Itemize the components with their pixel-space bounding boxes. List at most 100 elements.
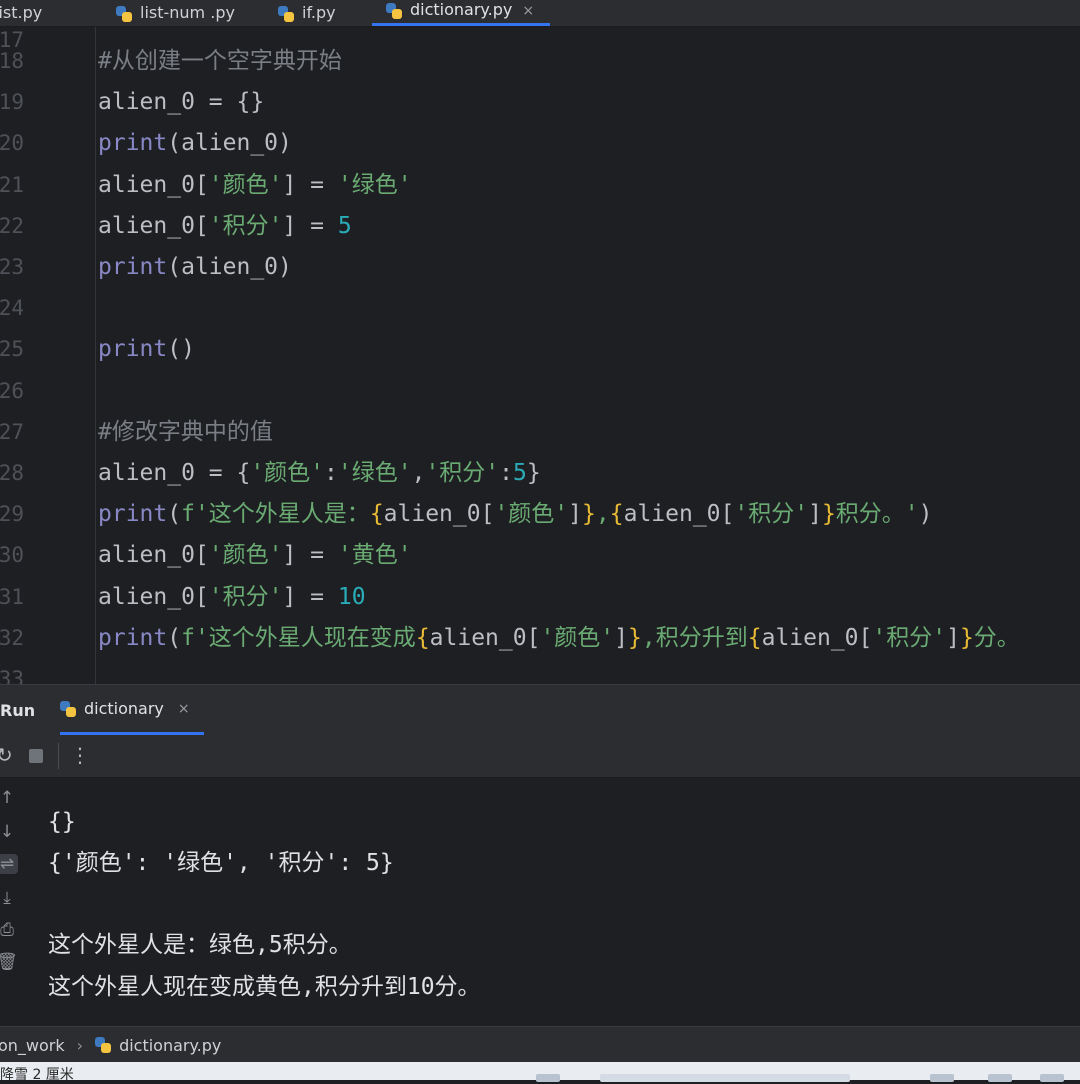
line-number: 26 [0,379,24,403]
tab-list-py[interactable]: list.py [0,0,42,26]
taskbar-app-icon[interactable] [1040,1074,1064,1082]
code-text: ( [167,625,182,651]
indent-guide [95,27,96,684]
tab-list-num-py[interactable]: list-num .py [116,0,235,26]
code-string: f'这个外星人现在变成 [181,625,416,651]
tab-dictionary-py[interactable]: dictionary.py × [372,0,551,26]
python-file-icon [386,3,402,19]
tab-label: list-num .py [140,3,235,22]
weather-widget[interactable]: 降雪 2 厘米 [0,1064,74,1084]
code-line: alien_0['积分'] = 10 [98,577,366,618]
start-icon[interactable] [536,1074,560,1082]
stop-icon[interactable] [29,749,43,763]
code-line: print(alien_0) [98,123,292,164]
code-string: '黄色' [337,542,412,568]
code-text: () [167,336,195,362]
code-comment: #修改字典中的值 [98,419,273,445]
tab-label: if.py [302,3,336,22]
taskbar-search-box[interactable] [600,1074,850,1082]
code-text: alien_0[ [623,501,735,527]
console-line: {} [48,809,76,835]
code-string: '颜色' [494,501,569,527]
code-line: alien_0['颜色'] = '黄色' [98,535,412,576]
line-number: 23 [0,255,24,279]
code-string: '积分' [872,625,947,651]
tab-label: dictionary.py [410,0,513,19]
code-string: '绿色' [337,460,412,486]
console-line: 这个外星人现在变成黄色,积分升到10分。 [48,974,481,1000]
trash-icon[interactable]: 🗑 [0,952,18,972]
taskbar-app-icon[interactable] [988,1074,1012,1082]
code-text: ) [918,501,933,527]
code-text: ] = [282,213,338,239]
line-number: 18 [0,49,24,73]
print-icon[interactable]: ⎙ [0,920,18,940]
python-file-icon [116,6,132,22]
code-text: ] [614,625,629,651]
line-number: 24 [0,296,24,320]
console-output[interactable]: ↑ ↓ ⇌ ⤓ ⎙ 🗑 {} {'颜色': '绿色', '积分': 5} 这个外… [0,778,1080,1026]
line-number: 21 [0,173,24,197]
code-keyword: print [98,130,168,156]
code-brace: } [628,625,642,651]
code-brace: { [369,501,384,527]
code-text: ] [568,501,583,527]
code-brace: { [747,625,762,651]
code-brace: } [959,625,974,651]
run-window-title: Run [0,701,36,720]
code-string: '颜色' [208,172,283,198]
code-keyword: print [98,501,168,527]
code-text: ] [946,625,960,651]
scroll-down-icon[interactable]: ↓ [0,822,18,842]
code-string: '绿色' [337,172,412,198]
rerun-icon[interactable]: ↻ [0,743,13,767]
code-text: alien_0[ [98,172,209,198]
code-string: '积分' [208,584,283,610]
soft-wrap-icon[interactable]: ⇌ [0,854,18,874]
close-icon[interactable]: × [522,3,534,19]
line-number: 28 [0,461,24,485]
code-line: alien_0 = {} [98,82,264,123]
code-number: 5 [337,213,352,239]
code-text: : [324,460,338,486]
breadcrumb-file[interactable]: dictionary.py [119,1036,221,1055]
code-string: '颜色' [208,542,283,568]
scroll-up-icon[interactable]: ↑ [0,788,18,808]
python-file-icon [60,700,76,717]
console-line: 这个外星人是：绿色,5积分。 [48,932,352,958]
code-text: alien_0[ [98,213,209,239]
editor-tab-bar: list.py list-num .py if.py dictionary.py… [0,0,1080,27]
code-text: ] [808,501,822,527]
code-text: } [526,460,541,486]
close-icon[interactable]: × [178,701,190,717]
code-text: alien_0 = {} [98,89,265,115]
run-tool-window-header: Run dictionary × [0,684,1080,735]
taskbar-app-icon[interactable] [930,1074,954,1082]
code-text: alien_0 = { [98,460,251,486]
tab-if-py[interactable]: if.py [278,0,336,26]
code-brace: } [582,501,596,527]
run-tab-dictionary[interactable]: dictionary × [60,685,204,735]
breadcrumb-project[interactable]: on_work [0,1036,65,1055]
breadcrumb-separator: › [76,1035,84,1055]
line-number: 27 [0,420,24,444]
os-taskbar: 降雪 2 厘米 [0,1062,1080,1083]
code-line: print() [98,329,195,370]
code-string: '积分' [425,460,500,486]
code-text: ] = [282,584,338,610]
code-text: alien_0[ [98,542,209,568]
code-text: : [499,460,514,486]
code-string: '积分' [734,501,809,527]
more-options-icon[interactable]: ⋮ [70,743,90,767]
line-number: 29 [0,502,24,526]
line-number: 31 [0,585,24,609]
breadcrumb: on_work › dictionary.py [0,1026,1080,1063]
line-number: 30 [0,543,24,567]
scroll-to-end-icon[interactable]: ⤓ [0,888,18,908]
line-number: 32 [0,626,24,650]
code-string: , [595,501,610,527]
code-string: f'这个外星人是： [181,501,370,527]
line-number: 19 [0,90,24,114]
code-text: alien_0[ [383,501,495,527]
code-editor[interactable]: 17 18 19 20 21 22 23 24 25 26 27 28 29 3… [0,27,1080,684]
